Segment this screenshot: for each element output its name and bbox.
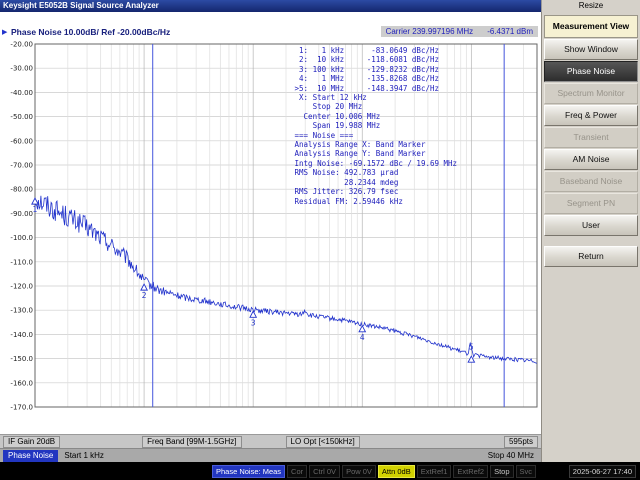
- carrier-readout: Carrier 239.997196 MHz -6.4371 dBm: [380, 26, 538, 37]
- y-axis-tick-label: -150.0: [10, 355, 33, 363]
- if-gain-setting: IF Gain 20dB: [3, 435, 61, 448]
- trace-scale-label: Phase Noise 10.00dB/ Ref -20.00dBc/Hz: [11, 27, 171, 37]
- channel-chip: Phase Noise: [3, 449, 59, 462]
- phase-noise-plot: -20.00 -30.00 -40.00 -50.00 -60.00 -70.00 -80.…: [10, 41, 538, 412]
- marker-readout-line: Analysis Range X: Band Marker: [290, 140, 426, 150]
- marker-readout-line: 3: 100 kHz -129.8232 dBc/Hz: [290, 64, 440, 74]
- status-phase-noise-meas: Phase Noise: Meas: [212, 464, 286, 478]
- status-cor: Cor: [287, 464, 308, 478]
- marker-1-label: 1: [33, 205, 38, 214]
- softkey-segment-pn: Segment PN: [544, 193, 638, 214]
- status-extref1: ExtRef1: [416, 464, 452, 478]
- marker-readout-line: 1: 1 kHz -83.0649 dBc/Hz: [290, 46, 440, 55]
- lo-opt-setting: LO Opt [<150kHz]: [285, 435, 360, 448]
- y-axis-tick-label: -40.00: [10, 89, 33, 97]
- status-extref2: ExtRef2: [453, 464, 489, 478]
- softkey-phase-noise[interactable]: Phase Noise: [544, 61, 638, 82]
- status-attn-0db: Attn 0dB: [377, 464, 415, 478]
- app-window: Keysight E5052B Signal Source Analyzer R…: [0, 0, 640, 480]
- status-ctrl-0v: Ctrl 0V: [309, 464, 341, 478]
- softkey-transient: Transient: [544, 127, 638, 148]
- sweep-stop-label: Stop 40 MHz: [487, 451, 534, 460]
- status-stop: Stop: [490, 464, 514, 478]
- y-axis-tick-label: -70.00: [10, 162, 33, 170]
- freq-band-setting: Freq Band [99M-1.5GHz]: [142, 435, 242, 448]
- measurement-settings-bar: IF Gain 20dB Freq Band [99M-1.5GHz] LO O…: [0, 434, 541, 448]
- marker-3-label: 3: [251, 318, 256, 327]
- marker-readout-line: X: Start 12 kHz: [290, 93, 367, 103]
- softkey-return[interactable]: Return: [544, 246, 638, 267]
- y-axis-tick-label: -170.0: [10, 404, 33, 412]
- y-axis-tick-label: -100.0: [10, 234, 33, 242]
- phase-noise-graph-area: ▶ Phase Noise 10.00dB/ Ref -20.00dBc/Hz …: [0, 12, 541, 462]
- graph-header: ▶ Phase Noise 10.00dB/ Ref -20.00dBc/Hz …: [0, 12, 541, 39]
- plot-region: -20.00 -30.00 -40.00 -50.00 -60.00 -70.00 -80.…: [0, 39, 541, 434]
- marker-readout-line: >5: 10 MHz -148.3947 dBc/Hz: [290, 83, 440, 93]
- marker-readout-line: Analysis Range Y: Band Marker: [290, 149, 426, 159]
- marker-2-label: 2: [142, 291, 147, 300]
- softkey-baseband-noise: Baseband Noise: [544, 171, 638, 192]
- y-axis-tick-label: -60.00: [10, 137, 33, 145]
- y-axis-tick-label: -80.00: [10, 186, 33, 194]
- marker-readout-line: === Noise ===: [290, 130, 354, 140]
- softkey-menu: Measurement View Show Window Phase Noise Sp…: [541, 12, 640, 462]
- marker-readout: 1: 1 kHz -83.0649 dBc/Hz 2: 10 kHz -118.…: [290, 46, 458, 206]
- softkey-freq-power[interactable]: Freq & Power: [544, 105, 638, 126]
- marker-readout-line: 4: 1 MHz -135.8268 dBc/Hz: [290, 74, 440, 84]
- sweep-start-label: Start 1 kHz: [64, 451, 104, 460]
- marker-4-label: 4: [360, 333, 365, 342]
- marker-readout-line: Residual FM: 2.59446 kHz: [290, 196, 403, 206]
- y-axis-tick-label: -140.0: [10, 331, 33, 339]
- marker-readout-line: RMS Noise: 492.783 μrad: [290, 168, 399, 178]
- y-axis-tick-label: -50.00: [10, 113, 33, 121]
- marker-readout-line: 2: 10 kHz -118.6081 dBc/Hz: [290, 55, 440, 65]
- marker-readout-line: Center 10.006 MHz: [290, 111, 381, 121]
- main-content: ▶ Phase Noise 10.00dB/ Ref -20.00dBc/Hz …: [0, 12, 640, 462]
- marker-readout-line: RMS Jitter: 326.79 fsec: [290, 187, 399, 197]
- y-axis-tick-label: -20.00: [10, 41, 33, 49]
- carrier-frequency: Carrier 239.997196 MHz: [385, 27, 474, 36]
- status-pow-0v: Pow 0V: [342, 464, 376, 478]
- trace-indicator-icon: ▶: [2, 29, 8, 36]
- carrier-power: -6.4371 dBm: [487, 27, 533, 36]
- marker-readout-line: Intg Noise: -69.1572 dBc / 19.69 MHz: [290, 158, 458, 168]
- status-svc: Svc: [515, 464, 537, 478]
- marker-readout-line: 28.2344 mdeg: [290, 177, 399, 187]
- window-title: Keysight E5052B Signal Source Analyzer: [0, 0, 541, 12]
- marker-readout-line: Span 19.988 MHz: [290, 121, 381, 131]
- softkey-user[interactable]: User: [544, 215, 638, 236]
- statusbar: Phase Noise: Meas Cor Ctrl 0V Pow 0V Attn 0d…: [0, 462, 640, 480]
- y-axis-tick-label: -110.0: [10, 258, 33, 266]
- softkey-measurement-view: Measurement View: [544, 15, 638, 38]
- sweep-range-bar: Phase Noise Start 1 kHz Stop 40 MHz: [0, 448, 541, 462]
- softkey-am-noise[interactable]: AM Noise: [544, 149, 638, 170]
- points-count: 595pts: [503, 435, 538, 448]
- y-axis-tick-label: -130.0: [10, 307, 33, 315]
- status-2025-06-27-17-40: 2025-06-27 17:40: [568, 464, 636, 478]
- marker-readout-line: Stop 20 MHz: [290, 102, 363, 112]
- resize-button[interactable]: Resize: [541, 0, 640, 12]
- softkey-spectrum-monitor: Spectrum Monitor: [544, 83, 638, 104]
- marker-5-label: 5: [469, 343, 474, 352]
- y-axis-tick-label: -120.0: [10, 283, 33, 291]
- y-axis-tick-label: -90.00: [10, 210, 33, 218]
- titlebar: Keysight E5052B Signal Source Analyzer R…: [0, 0, 640, 12]
- y-axis-tick-label: -30.00: [10, 65, 33, 73]
- softkey-show-window[interactable]: Show Window: [544, 39, 638, 60]
- y-axis-tick-label: -160.0: [10, 379, 33, 387]
